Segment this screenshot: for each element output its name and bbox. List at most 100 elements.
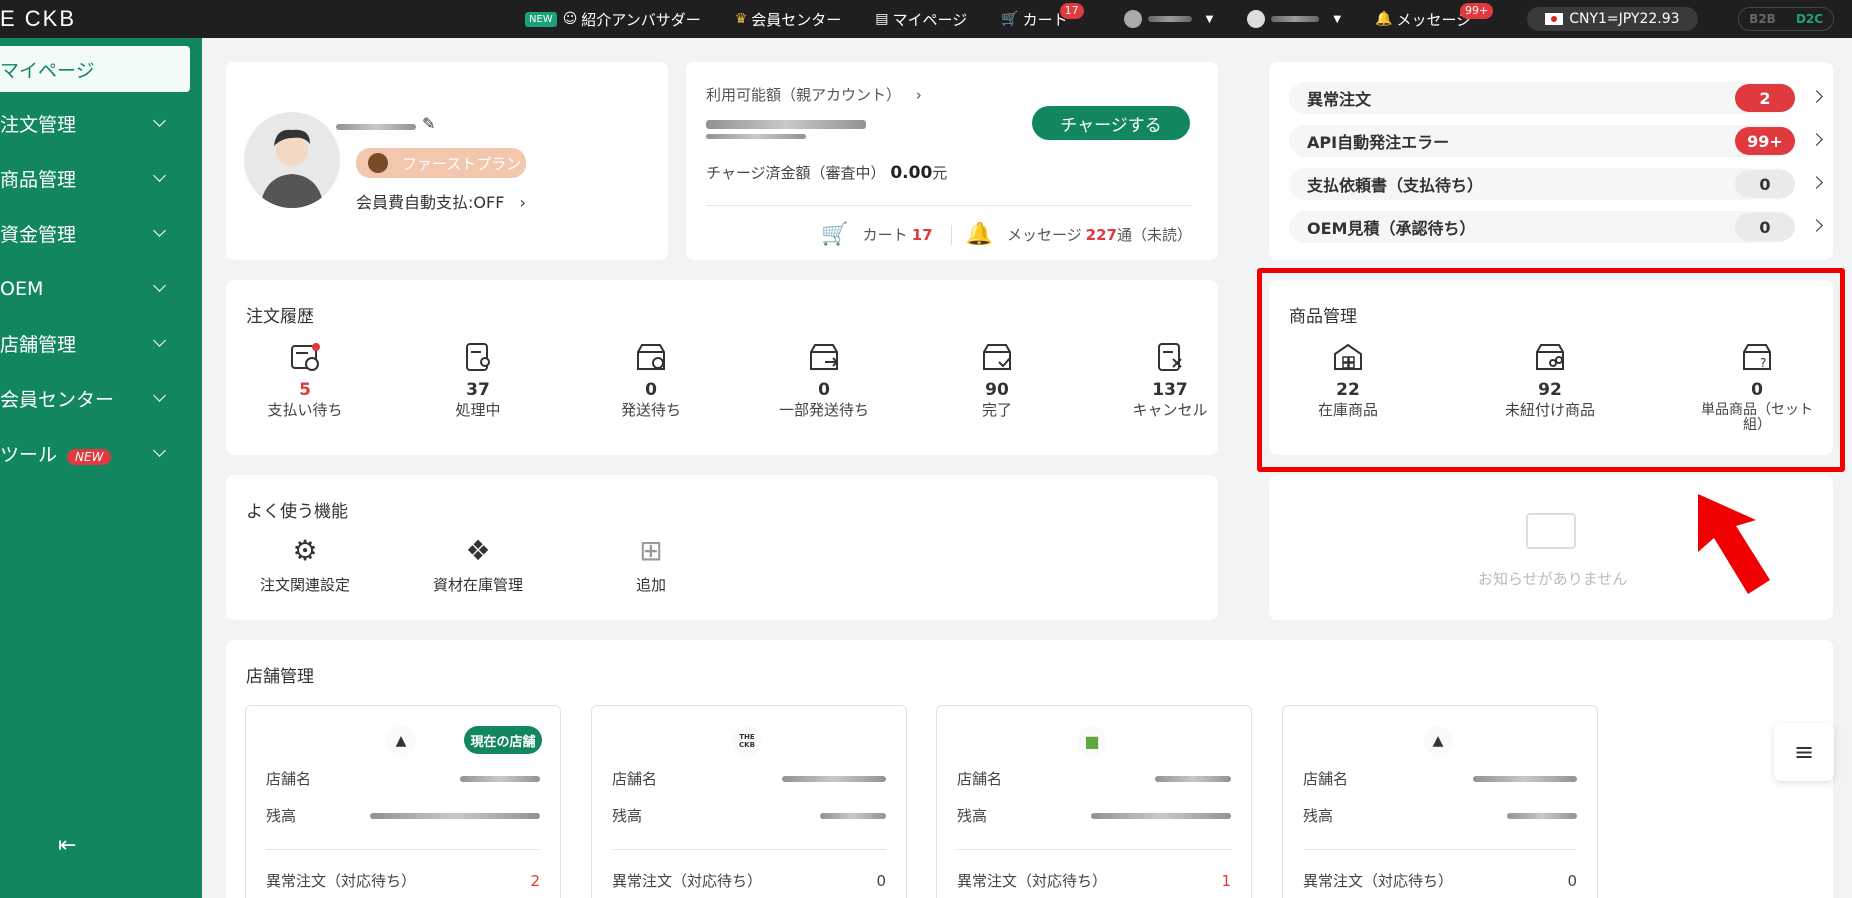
section-title: 注文履歴: [246, 307, 314, 327]
top-nav: NEW ☺ 紹介アンバサダー ♛ 会員センター ▤ マイページ 🛒 カート 17…: [525, 0, 1698, 38]
feature-order-settings[interactable]: ⚙ 注文関連設定: [245, 534, 365, 595]
alert-abnormal-orders[interactable]: 異常注文 2: [1289, 82, 1823, 114]
cart-icon: 🛒: [821, 222, 849, 247]
account-switcher-1[interactable]: ▼: [1123, 10, 1213, 28]
alert-payment-requests[interactable]: 支払依頼書（支払待ち） 0: [1289, 168, 1823, 200]
mode-switch[interactable]: B2B D2C: [1738, 7, 1834, 31]
sidebar-item-label: OEM: [0, 277, 44, 300]
bell-icon: 🔔: [965, 222, 993, 247]
store-name-blurred: [460, 775, 540, 782]
message-link[interactable]: 🔔 メッセージ 99+: [1375, 2, 1494, 30]
highlight-box: [1257, 268, 1845, 472]
feature-add[interactable]: ⊞ 追加: [591, 534, 711, 595]
divider: [612, 849, 886, 850]
store-card[interactable]: ▲ 店舗名 残高 異常注文（対応待ち） 0: [1282, 705, 1598, 898]
logo[interactable]: E CKB: [0, 6, 200, 32]
divider: [266, 849, 540, 850]
balance-label: 利用可能額（親アカウント）: [706, 86, 902, 104]
chevron-right-icon: ›: [519, 193, 526, 212]
store-abnormal-row[interactable]: 異常注文（対応待ち） 2: [266, 870, 540, 891]
store-abnormal-row[interactable]: 異常注文（対応待ち） 1: [957, 870, 1231, 891]
message-link[interactable]: メッセージ 227通（未読）: [1007, 224, 1192, 245]
order-history-card: 注文履歴: [226, 280, 1218, 455]
message-count-badge: 99+: [1460, 2, 1494, 19]
cart-icon: 🛒: [1001, 11, 1019, 27]
sidebar-item-label: 店舗管理: [0, 334, 77, 356]
doc-person-icon: [466, 343, 490, 371]
cart-link[interactable]: カート 17: [863, 224, 937, 245]
sidebar-item-tools[interactable]: ツール NEW: [0, 426, 202, 481]
sidebar-item-orders[interactable]: 注文管理: [0, 96, 202, 151]
member-center-link[interactable]: ♛ 会員センター: [735, 9, 842, 30]
stat-label: 支払い待ち: [267, 401, 343, 419]
gear-icon: ⚙: [292, 534, 318, 567]
order-stat-cancelled[interactable]: 137 キャンセル: [1115, 342, 1225, 418]
sidebar-item-member-center[interactable]: 会員センター: [0, 371, 202, 426]
store-card[interactable]: ▲ 現在の店舗 店舗名 残高 異常注文（対応待ち） 2: [245, 705, 561, 898]
chevron-right-icon: [1810, 219, 1823, 232]
order-stat-awaiting-payment[interactable]: 5 支払い待ち: [250, 342, 360, 418]
edit-icon[interactable]: ✎: [422, 114, 435, 133]
currency-rate-text: CNY1=JPY22.93: [1569, 11, 1680, 27]
charge-button[interactable]: チャージする: [1032, 106, 1190, 140]
autopay-link[interactable]: 会員費自動支払:OFF ›: [356, 189, 526, 213]
pending-label: チャージ済金額（審査中）: [706, 164, 886, 182]
divider: [957, 849, 1231, 850]
new-badge: NEW: [525, 11, 557, 27]
message-count: 227: [1085, 226, 1117, 244]
order-stat-partial-shipment[interactable]: 0 一部発送待ち: [769, 342, 879, 418]
order-stat-processing[interactable]: 37 処理中: [423, 342, 533, 418]
box-arrow-icon: [810, 344, 839, 370]
mypage-link[interactable]: ▤ マイページ: [875, 9, 967, 30]
floating-menu-button[interactable]: ≡: [1774, 723, 1834, 781]
theckb-logo: THE CKB: [732, 726, 762, 756]
plan-badge[interactable]: ファーストプラン: [356, 148, 526, 178]
sidebar-item-mypage[interactable]: マイページ: [0, 46, 190, 92]
alert-api-errors[interactable]: API自動発注エラー 99+: [1289, 125, 1823, 157]
order-stat-completed[interactable]: 90 完了: [942, 342, 1052, 418]
cart-link[interactable]: 🛒 カート 17: [1001, 2, 1084, 30]
chevron-down-icon: [153, 169, 166, 182]
red-arrow-annotation: [1698, 494, 1770, 594]
store-abnormal-row[interactable]: 異常注文（対応待ち） 0: [1303, 870, 1577, 891]
store-abnormal-row[interactable]: 異常注文（対応待ち） 0: [612, 870, 886, 891]
stat-label: 発送待ち: [620, 401, 681, 419]
plan-icon: [368, 153, 388, 173]
store-card[interactable]: THE CKB 店舗名 残高 異常注文（対応待ち） 0: [591, 705, 907, 898]
sidebar-item-oem[interactable]: OEM: [0, 261, 202, 316]
shopify-icon: ■: [1077, 726, 1107, 756]
box-check-icon: [983, 344, 1011, 370]
store-card[interactable]: ■ 店舗名 残高 異常注文（対応待ち） 1: [936, 705, 1252, 898]
store-balance-blurred: [820, 812, 886, 819]
chevron-down-icon: [153, 279, 166, 292]
store-balance-blurred: [1091, 812, 1231, 819]
collapse-sidebar-icon[interactable]: ⇤: [58, 833, 76, 858]
store-name-label: 店舗名: [612, 770, 658, 788]
feature-material-stock[interactable]: ❖ 資材在庫管理: [418, 534, 538, 595]
store-balance-row: 残高: [266, 805, 540, 826]
sidebar-item-label: 資金管理: [0, 224, 77, 246]
mode-d2c[interactable]: D2C: [1786, 8, 1833, 30]
stat-number: 0: [818, 380, 830, 400]
alert-count: 2: [1735, 84, 1795, 112]
japan-flag-icon: [1545, 13, 1564, 25]
store-balance-blurred: [370, 812, 540, 819]
store-abnormal-count: 1: [1221, 871, 1231, 890]
account-switcher-2[interactable]: ▼: [1247, 10, 1341, 28]
ambassador-link[interactable]: NEW ☺ 紹介アンバサダー: [525, 9, 701, 30]
member-center-label: 会員センター: [751, 10, 842, 29]
sidebar-item-funds[interactable]: 資金管理: [0, 206, 202, 261]
alert-label: 支払依頼書（支払待ち）: [1307, 176, 1484, 195]
alert-oem-quotes[interactable]: OEM見積（承認待ち） 0: [1289, 211, 1823, 243]
mode-b2b[interactable]: B2B: [1739, 8, 1786, 30]
stat-number: 90: [985, 380, 1009, 400]
stat-label: 一部発送待ち: [778, 401, 869, 419]
empty-notice-text: お知らせがありません: [1478, 570, 1628, 588]
sidebar-item-products[interactable]: 商品管理: [0, 151, 202, 206]
currency-rate[interactable]: CNY1=JPY22.93: [1527, 7, 1698, 31]
balance-link[interactable]: 利用可能額（親アカウント） ›: [706, 84, 922, 105]
doc-x-icon: [1158, 343, 1182, 371]
sidebar-item-label: 商品管理: [0, 169, 77, 191]
order-stat-awaiting-shipment[interactable]: 0 発送待ち: [596, 342, 706, 418]
sidebar-item-stores[interactable]: 店舗管理: [0, 316, 202, 371]
